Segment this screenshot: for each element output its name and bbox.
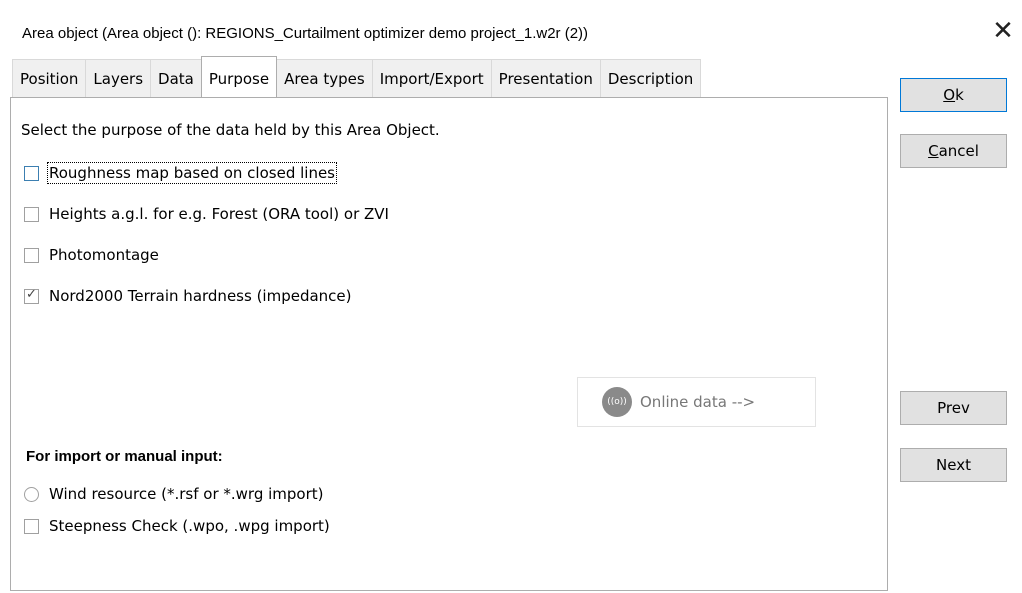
steepness-check-label: Steepness Check (.wpo, .wpg import) xyxy=(49,517,330,535)
check-mark-icon: ✓ xyxy=(26,286,37,302)
ok-accel: O xyxy=(943,86,956,104)
cancel-accel: C xyxy=(928,142,939,160)
photomontage-label: Photomontage xyxy=(49,246,159,264)
tab-purpose[interactable]: Purpose xyxy=(200,56,278,97)
tab-position[interactable]: Position xyxy=(12,59,87,97)
purpose-panel: Select the purpose of the data held by t… xyxy=(10,97,888,591)
window-title: Area object (Area object (): REGIONS_Cur… xyxy=(22,25,589,42)
photomontage-option[interactable]: Photomontage xyxy=(24,245,159,265)
tab-presentation[interactable]: Presentation xyxy=(490,59,601,97)
roughness-map-checkbox[interactable] xyxy=(24,165,39,181)
tab-strip: Position Layers Data Purpose Area types … xyxy=(12,56,702,98)
roughness-map-option[interactable]: Roughness map based on closed lines xyxy=(24,162,337,184)
roughness-map-label: Roughness map based on closed lines xyxy=(47,162,337,184)
nord2000-checkbox[interactable]: ✓ xyxy=(24,286,39,304)
purpose-intro-text: Select the purpose of the data held by t… xyxy=(21,121,440,139)
tab-layers[interactable]: Layers xyxy=(85,59,152,97)
cancel-rest: ancel xyxy=(938,142,979,160)
online-data-icon: ((o)) xyxy=(602,387,632,417)
cancel-button[interactable]: Cancel xyxy=(900,134,1007,168)
steepness-check-option[interactable]: Steepness Check (.wpo, .wpg import) xyxy=(24,516,330,536)
online-data-button[interactable]: ((o)) Online data --> xyxy=(577,377,816,427)
photomontage-checkbox[interactable] xyxy=(24,247,39,263)
nord2000-option[interactable]: ✓ Nord2000 Terrain hardness (impedance) xyxy=(24,286,352,306)
heights-agl-checkbox[interactable] xyxy=(24,206,39,222)
steepness-check-checkbox[interactable] xyxy=(24,518,39,534)
ok-button[interactable]: Ok xyxy=(900,78,1007,112)
next-button[interactable]: Next xyxy=(900,448,1007,482)
nord2000-label: Nord2000 Terrain hardness (impedance) xyxy=(49,287,352,305)
wind-resource-option[interactable]: Wind resource (*.rsf or *.wrg import) xyxy=(24,484,323,504)
import-section-heading: For import or manual input: xyxy=(26,448,223,465)
tab-area-types[interactable]: Area types xyxy=(276,59,373,97)
ok-rest: k xyxy=(955,86,964,104)
tab-import-export[interactable]: Import/Export xyxy=(371,59,492,97)
heights-agl-option[interactable]: Heights a.g.l. for e.g. Forest (ORA tool… xyxy=(24,204,389,224)
tab-data[interactable]: Data xyxy=(150,59,202,97)
prev-button[interactable]: Prev xyxy=(900,391,1007,425)
wind-resource-radio[interactable] xyxy=(24,486,39,502)
wind-resource-label: Wind resource (*.rsf or *.wrg import) xyxy=(49,485,324,503)
tab-description[interactable]: Description xyxy=(599,59,702,97)
online-data-label: Online data --> xyxy=(640,393,756,411)
close-icon[interactable]: ✕ xyxy=(990,18,1016,44)
title-bar: Area object (Area object (): REGIONS_Cur… xyxy=(0,0,1022,60)
heights-agl-label: Heights a.g.l. for e.g. Forest (ORA tool… xyxy=(49,205,389,223)
